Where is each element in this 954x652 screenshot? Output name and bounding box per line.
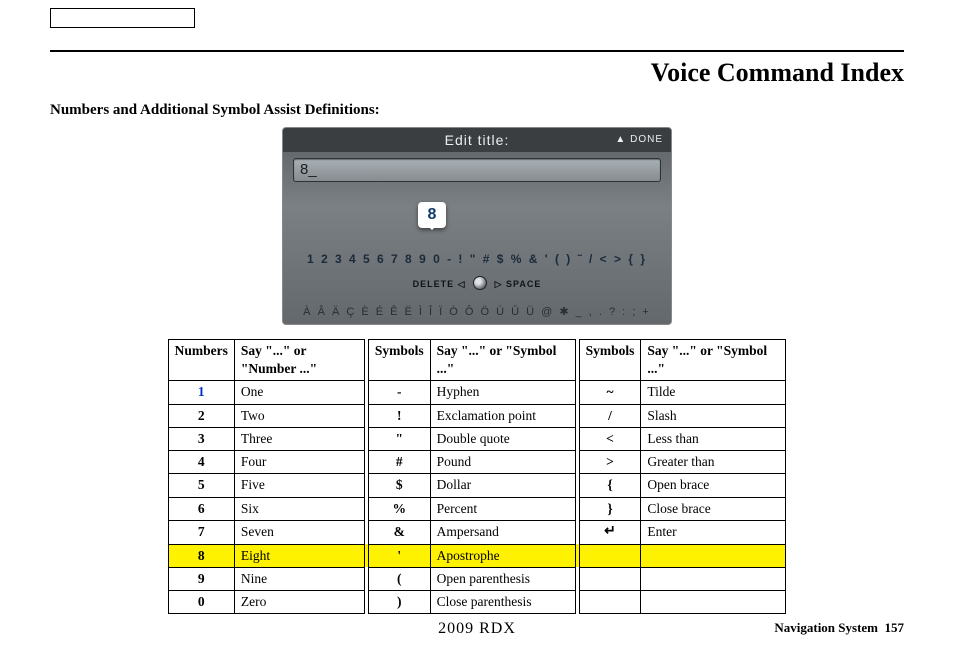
cell-symbol-say: Enter: [641, 520, 786, 544]
cell-symbol: {: [579, 474, 641, 497]
cell-number: 0: [168, 591, 234, 614]
cell-symbol: !: [368, 404, 430, 427]
cell-symbol-say: Exclamation point: [430, 404, 575, 427]
ss-joystick-icon: [473, 276, 487, 290]
ss-char-row: 1 2 3 4 5 6 7 8 9 0 - ! " # $ % & ' ( ) …: [283, 252, 671, 266]
cell-number: 6: [168, 497, 234, 520]
cell-symbol-say: Greater than: [641, 451, 786, 474]
cell-symbol: &: [368, 520, 430, 544]
cell-number-say: Nine: [234, 567, 364, 590]
cell-number-say: Four: [234, 451, 364, 474]
cell-symbol-say: Hyphen: [430, 381, 575, 404]
enter-icon: ↵: [579, 520, 641, 544]
ss-space-label: ▷ SPACE: [495, 279, 542, 289]
th-say-symbol-2: Say "..." or "Symbol ...": [641, 340, 786, 381]
cell-symbol: #: [368, 451, 430, 474]
ss-delete-label: DELETE ◁: [413, 279, 466, 289]
cell-symbol-say: Open brace: [641, 474, 786, 497]
cell-symbol: >: [579, 451, 641, 474]
cell-symbol: (: [368, 567, 430, 590]
cell-symbol-say: Percent: [430, 497, 575, 520]
cell-symbol-say: Close parenthesis: [430, 591, 575, 614]
cell-symbol: ": [368, 427, 430, 450]
cell-symbol-say: Pound: [430, 451, 575, 474]
th-numbers: Numbers: [168, 340, 234, 381]
cell-symbol: -: [368, 381, 430, 404]
cell-symbol: ': [368, 544, 430, 567]
th-say-symbol-1: Say "..." or "Symbol ...": [430, 340, 575, 381]
footer: 2009 RDX Navigation System 157: [0, 620, 954, 638]
cell-symbol: }: [579, 497, 641, 520]
cell-symbol: ): [368, 591, 430, 614]
cell-number: 7: [168, 520, 234, 544]
cell-number-say: Eight: [234, 544, 364, 567]
cell-number: 1: [168, 381, 234, 404]
footer-label: Navigation System: [774, 620, 878, 635]
cell-symbol: $: [368, 474, 430, 497]
cell-symbol-say: Less than: [641, 427, 786, 450]
cell-symbol-say: Apostrophe: [430, 544, 575, 567]
cell-number: 3: [168, 427, 234, 450]
cell-number-say: Three: [234, 427, 364, 450]
ss-controls: DELETE ◁ ▷ SPACE: [283, 276, 671, 290]
cell-number-say: Seven: [234, 520, 364, 544]
cell-number-say: Zero: [234, 591, 364, 614]
definitions-table: Numbers Say "..." or "Number ..." Symbol…: [168, 339, 787, 614]
cell-symbol: /: [579, 404, 641, 427]
hr-top: [50, 50, 904, 52]
cell-symbol-say: Open parenthesis: [430, 567, 575, 590]
cell-symbol: <: [579, 427, 641, 450]
th-symbols-2: Symbols: [579, 340, 641, 381]
cell-number: 9: [168, 567, 234, 590]
cell-symbol-say: Close brace: [641, 497, 786, 520]
cell-number: 4: [168, 451, 234, 474]
cell-symbol-say: Slash: [641, 404, 786, 427]
th-symbols-1: Symbols: [368, 340, 430, 381]
footer-page: 157: [885, 620, 905, 635]
cell-symbol: ~: [579, 381, 641, 404]
cell-symbol-say: Dollar: [430, 474, 575, 497]
ss-alt-row: À Â Ä Ç È É Ê Ë Ì Î Ï Ò Ô Ö Ù Û Ü @ ✱ _ …: [283, 305, 671, 318]
footer-right: Navigation System 157: [774, 620, 904, 636]
cell-number-say: Two: [234, 404, 364, 427]
cell-number: 2: [168, 404, 234, 427]
page-title: Voice Command Index: [50, 58, 904, 88]
cell-number-say: Six: [234, 497, 364, 520]
cell-symbol: %: [368, 497, 430, 520]
cell-symbol-say: Ampersand: [430, 520, 575, 544]
top-empty-box: [50, 8, 195, 28]
cell-symbol-say: Tilde: [641, 381, 786, 404]
cell-symbol-say: Double quote: [430, 427, 575, 450]
cell-number: 8: [168, 544, 234, 567]
th-say-number: Say "..." or "Number ...": [234, 340, 364, 381]
cell-number-say: Five: [234, 474, 364, 497]
nav-screenshot: Edit title: ▲ DONE 8_ 8 1 2 3 4 5 6 7 8 …: [282, 127, 672, 325]
cell-number-say: One: [234, 381, 364, 404]
cell-number: 5: [168, 474, 234, 497]
section-subtitle: Numbers and Additional Symbol Assist Def…: [50, 102, 904, 119]
